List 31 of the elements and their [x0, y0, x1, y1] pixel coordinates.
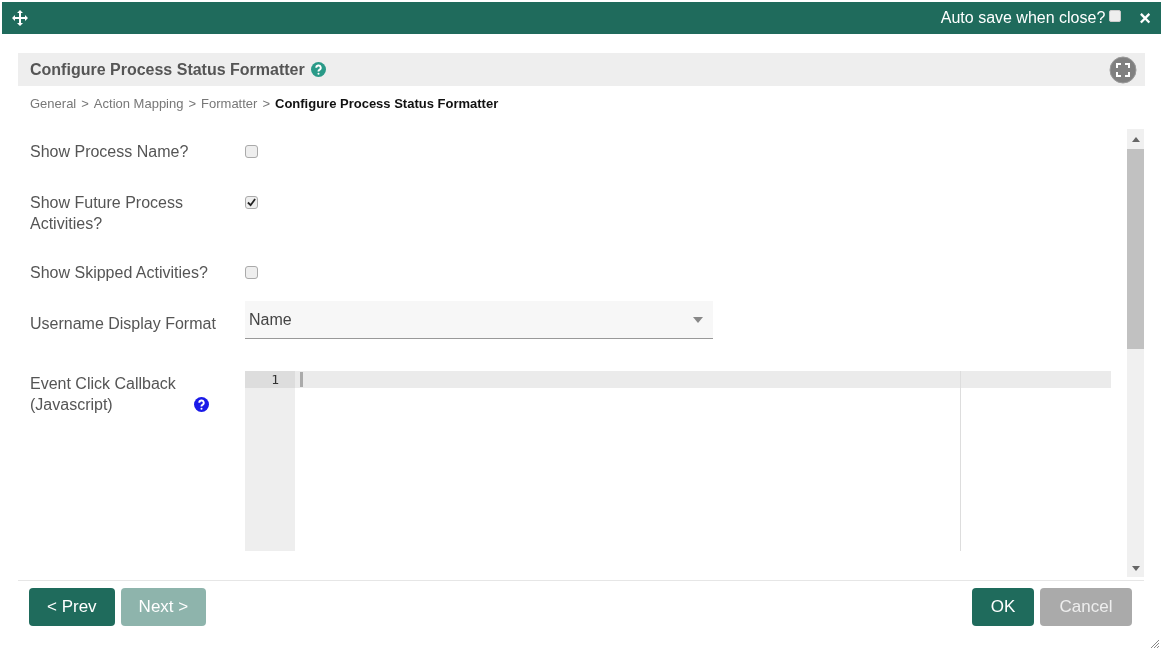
- help-icon[interactable]: [194, 397, 209, 412]
- scrollbar[interactable]: [1127, 129, 1144, 577]
- field-label: Show Skipped Activities?: [30, 263, 208, 283]
- panel-title: Configure Process Status Formatter: [30, 60, 305, 79]
- field-label: Username Display Format: [30, 314, 216, 334]
- breadcrumb-item[interactable]: General: [30, 96, 77, 111]
- auto-save-label: Auto save when close?: [940, 9, 1106, 27]
- breadcrumb-item[interactable]: Formatter: [201, 96, 258, 111]
- fullscreen-icon[interactable]: [1109, 55, 1137, 84]
- action-button[interactable]: OK: [972, 588, 1034, 626]
- checkbox[interactable]: [245, 266, 258, 279]
- resize-handle-icon[interactable]: [1149, 638, 1159, 648]
- scroll-down-icon[interactable]: [1131, 566, 1140, 571]
- dropdown[interactable]: Name: [245, 301, 713, 339]
- checkbox[interactable]: [245, 145, 258, 158]
- breadcrumb-item: Configure Process Status Formatter: [275, 96, 499, 111]
- field-label: Show Future Process Activities?: [30, 193, 184, 234]
- field-label: Event Click Callback (Javascript): [30, 374, 177, 415]
- action-button[interactable]: < Prev: [29, 588, 115, 626]
- breadcrumb-separator: >: [188, 96, 197, 111]
- field-label: Show Process Name?: [30, 142, 189, 162]
- auto-save-checkbox[interactable]: [1109, 10, 1122, 22]
- dropdown-caret-icon: [693, 316, 703, 323]
- breadcrumb-item[interactable]: Action Mapping: [93, 96, 184, 111]
- move-icon[interactable]: [12, 10, 28, 26]
- scroll-up-icon[interactable]: [1131, 137, 1140, 142]
- breadcrumb-separator: >: [262, 96, 270, 111]
- checkbox[interactable]: [245, 196, 258, 209]
- breadcrumb-separator: >: [81, 96, 89, 111]
- line-number: 1: [245, 371, 295, 388]
- close-button[interactable]: ×: [1139, 6, 1151, 30]
